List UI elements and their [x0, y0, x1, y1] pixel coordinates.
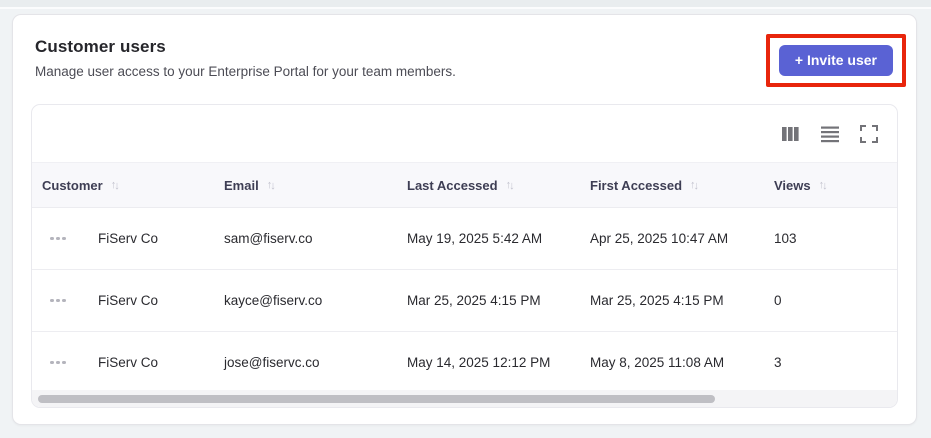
- table-row: FiServ Co sam@fiserv.co May 19, 2025 5:4…: [32, 208, 897, 270]
- cell-last-accessed: May 14, 2025 12:12 PM: [407, 355, 551, 370]
- sort-arrows-icon[interactable]: ↑ ↓: [267, 179, 276, 192]
- users-table-card: Customer ↑ ↓ Email ↑ ↓ Last Accessed ↑ ↓ Fi…: [31, 104, 898, 408]
- table-toolbar: [32, 105, 897, 162]
- table-header-row: Customer ↑ ↓ Email ↑ ↓ Last Accessed ↑ ↓ Fi…: [32, 162, 897, 208]
- horizontal-scrollbar[interactable]: [32, 390, 897, 407]
- columns-icon[interactable]: [781, 125, 800, 143]
- customer-users-panel: Customer users Manage user access to you…: [12, 14, 917, 425]
- cell-views: 103: [774, 231, 797, 246]
- annotation-highlight: + Invite user: [765, 34, 906, 87]
- column-header-email[interactable]: Email ↑ ↓: [224, 178, 407, 193]
- scrollbar-thumb[interactable]: [38, 394, 715, 403]
- column-header-customer[interactable]: Customer ↑ ↓: [32, 178, 224, 193]
- cell-customer: FiServ Co: [98, 293, 159, 308]
- sort-arrows-icon[interactable]: ↑ ↓: [819, 179, 828, 192]
- cell-last-accessed: Mar 25, 2025 4:15 PM: [407, 293, 541, 308]
- column-header-first-accessed[interactable]: First Accessed ↑ ↓: [590, 178, 774, 193]
- sort-arrows-icon[interactable]: ↑ ↓: [111, 179, 120, 192]
- cell-first-accessed: May 8, 2025 11:08 AM: [590, 355, 725, 370]
- cell-last-accessed: May 19, 2025 5:42 AM: [407, 231, 543, 246]
- cell-email: sam@fiserv.co: [224, 231, 313, 246]
- fullscreen-icon[interactable]: [860, 124, 878, 143]
- meatball-menu-icon[interactable]: [32, 298, 98, 303]
- invite-user-button[interactable]: + Invite user: [778, 45, 893, 76]
- cell-customer: FiServ Co: [98, 231, 159, 246]
- table-row: FiServ Co kayce@fiserv.co Mar 25, 2025 4…: [32, 270, 897, 332]
- screen: Customer users Manage user access to you…: [0, 0, 931, 438]
- cell-views: 3: [774, 355, 782, 370]
- meatball-menu-icon[interactable]: [32, 236, 98, 241]
- cell-first-accessed: Mar 25, 2025 4:15 PM: [590, 293, 724, 308]
- cell-email: kayce@fiserv.co: [224, 293, 323, 308]
- column-header-views[interactable]: Views ↑ ↓: [774, 178, 897, 193]
- column-header-last-accessed[interactable]: Last Accessed ↑ ↓: [407, 178, 590, 193]
- sort-arrows-icon[interactable]: ↑ ↓: [690, 179, 699, 192]
- sort-arrows-icon[interactable]: ↑ ↓: [506, 179, 515, 192]
- cell-first-accessed: Apr 25, 2025 10:47 AM: [590, 231, 729, 246]
- cell-customer: FiServ Co: [98, 355, 159, 370]
- cell-email: jose@fiservc.co: [224, 355, 320, 370]
- density-icon[interactable]: [821, 125, 839, 143]
- meatball-menu-icon[interactable]: [32, 360, 98, 365]
- panel-header: Customer users Manage user access to you…: [13, 15, 916, 87]
- cell-views: 0: [774, 293, 782, 308]
- table-row: FiServ Co jose@fiservc.co May 14, 2025 1…: [32, 332, 897, 394]
- top-edge-strip: [0, 0, 931, 9]
